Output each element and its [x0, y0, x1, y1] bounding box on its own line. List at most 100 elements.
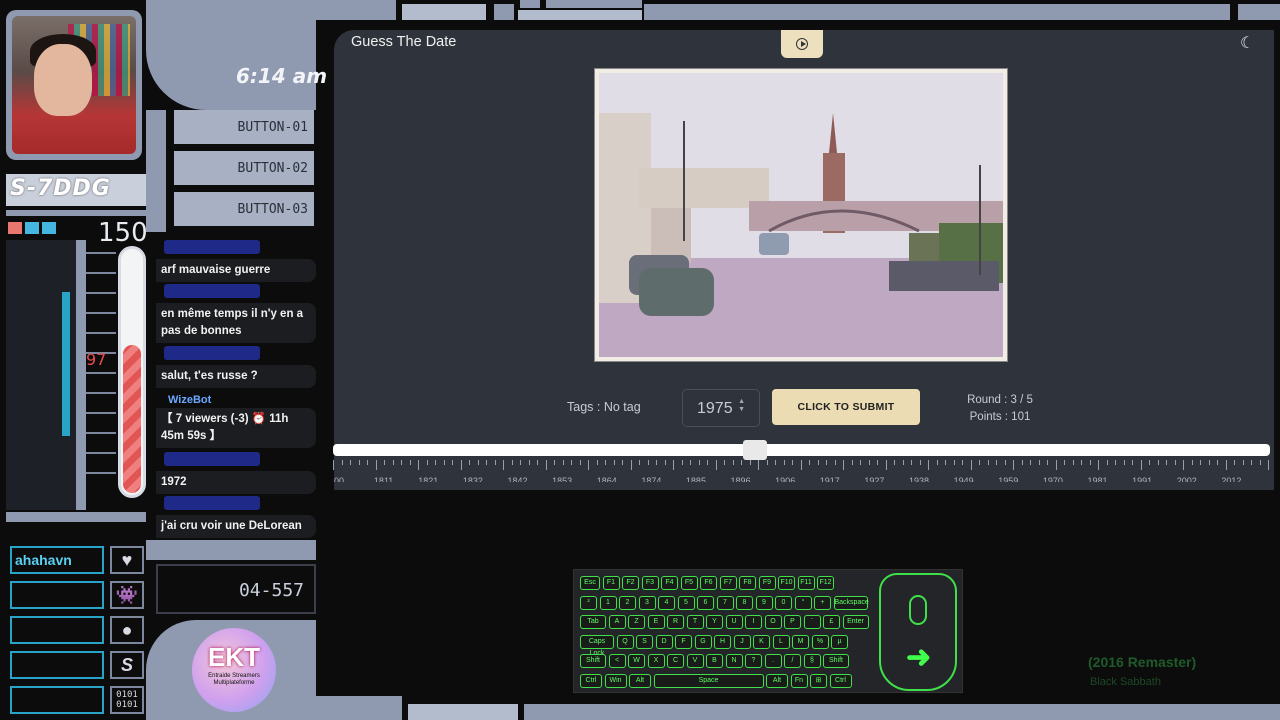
key: Tab — [580, 615, 606, 629]
key: B — [706, 654, 723, 668]
ruler-tick — [1183, 460, 1184, 470]
chat-username — [164, 496, 260, 510]
lcars-frame-segment — [518, 10, 642, 20]
lcars-button-03[interactable]: BUTTON-03 — [174, 192, 314, 226]
ruler-label: 00 — [333, 476, 345, 482]
ruler-label: 1959 — [998, 476, 1019, 482]
year-slider-track[interactable] — [333, 444, 1270, 456]
key: W — [628, 654, 645, 668]
photo-illustration — [599, 73, 1003, 357]
year-input[interactable]: 1975 ▲ ▼ — [682, 389, 760, 427]
play-button[interactable] — [781, 30, 823, 58]
ruler-tick — [1055, 460, 1057, 470]
webcam-feed — [6, 10, 142, 160]
gauge-value: 97 — [86, 350, 107, 369]
ruler-label: 1981 — [1087, 476, 1108, 482]
lcars-frame-divider — [6, 210, 146, 216]
gauge-tube — [118, 246, 146, 498]
ruler-tick — [409, 460, 411, 465]
key: Backspace — [833, 595, 869, 610]
key: ? — [745, 654, 762, 668]
key: I — [745, 615, 762, 629]
user-slot-2 — [10, 581, 104, 609]
ruler-tick — [622, 460, 623, 465]
ruler-tick — [1191, 460, 1193, 465]
key: Enter — [842, 615, 869, 629]
key: L — [772, 634, 790, 649]
stream-overlay: { "overlay": { "unit_label": "S-7DDG", "… — [0, 0, 1280, 720]
key: 2 — [619, 595, 636, 610]
key: Q — [616, 634, 634, 649]
key: Fn — [790, 673, 808, 688]
ruler-tick — [970, 460, 972, 470]
app-gutter — [316, 20, 334, 700]
key: 1 — [599, 595, 617, 610]
key: F5 — [680, 576, 698, 590]
key: P — [784, 615, 801, 629]
ruler-tick — [1200, 460, 1201, 465]
year-ruler: 00 1811 1821 1832 1842 1853 1864 1874 1885 1896 19… — [333, 460, 1270, 482]
ruler-tick — [724, 460, 725, 465]
ruler-label: 1906 — [775, 476, 796, 482]
lcars-frame-left — [146, 110, 166, 232]
lcars-frame-segment — [408, 704, 518, 720]
ruler-tick — [1242, 460, 1244, 465]
key: X — [647, 654, 665, 668]
ruler-tick — [690, 460, 691, 465]
key: F4 — [661, 576, 678, 590]
ruler-tick — [1174, 460, 1176, 465]
moon-icon[interactable]: ☾ — [1240, 33, 1254, 53]
chat-panel: arf mauvaise guerre en même temps il n'y… — [156, 236, 316, 538]
year-value: 1975 — [697, 400, 733, 417]
stepper-arrows[interactable]: ▲ ▼ — [738, 398, 745, 414]
key: K — [753, 634, 770, 649]
photo-scene — [599, 73, 1003, 357]
logo-subtitle: Entraide Streamers Multiplateforme — [208, 673, 260, 686]
key: F1 — [602, 576, 620, 590]
chat-username — [164, 240, 260, 254]
ruler-tick — [792, 460, 793, 465]
ruler-tick — [1004, 460, 1006, 465]
song-artist: Black Sabbath — [1090, 676, 1161, 688]
ruler-tick — [732, 460, 734, 465]
app-title: Guess The Date — [351, 34, 457, 50]
lcars-frame-segment — [402, 4, 486, 20]
key: Space — [653, 673, 764, 688]
tags-label: Tags : No tag — [567, 400, 641, 414]
code-readout: 04-557 — [156, 564, 316, 614]
gauge-tick — [86, 292, 116, 294]
key: § — [803, 654, 821, 668]
round-counter: Round : 3 / 5 — [967, 394, 1033, 406]
key: Alt — [629, 673, 651, 688]
ruler-tick — [681, 460, 683, 465]
lcars-button-02[interactable]: BUTTON-02 — [174, 151, 314, 185]
ruler-tick — [902, 460, 904, 465]
ruler-tick — [571, 460, 572, 465]
swatch — [42, 222, 56, 234]
key: C — [667, 654, 684, 668]
ruler-tick — [1268, 460, 1269, 470]
gauge-ticks — [86, 252, 116, 492]
ekt-logo: EKT Entraide Streamers Multiplateforme — [192, 628, 276, 712]
submit-button[interactable]: CLICK TO SUBMIT — [772, 389, 920, 425]
ruler-tick — [630, 460, 632, 470]
gauge-tick — [86, 452, 116, 454]
year-slider-thumb[interactable] — [742, 440, 767, 460]
ruler-tick — [1047, 460, 1048, 465]
lcars-frame-segment — [546, 0, 642, 8]
ruler-tick — [1115, 460, 1116, 465]
chat-text: en même temps il n'y en a pas de bonnes — [156, 303, 316, 343]
lcars-frame-segment — [524, 704, 1280, 720]
lcars-frame-segment — [316, 696, 402, 720]
ruler-tick — [885, 460, 887, 470]
ruler-tick — [426, 460, 428, 465]
key: S — [636, 634, 653, 649]
chat-text: j'ai cru voir une DeLorean — [156, 515, 316, 538]
key: J — [733, 634, 751, 649]
chat-message: en même temps il n'y en a pas de bonnes — [156, 284, 316, 343]
ruler-tick — [775, 460, 776, 465]
ruler-tick — [469, 460, 470, 465]
key: E — [647, 615, 665, 629]
chat-message: salut, t'es russe ? — [156, 346, 316, 388]
lcars-button-01[interactable]: BUTTON-01 — [174, 110, 314, 144]
